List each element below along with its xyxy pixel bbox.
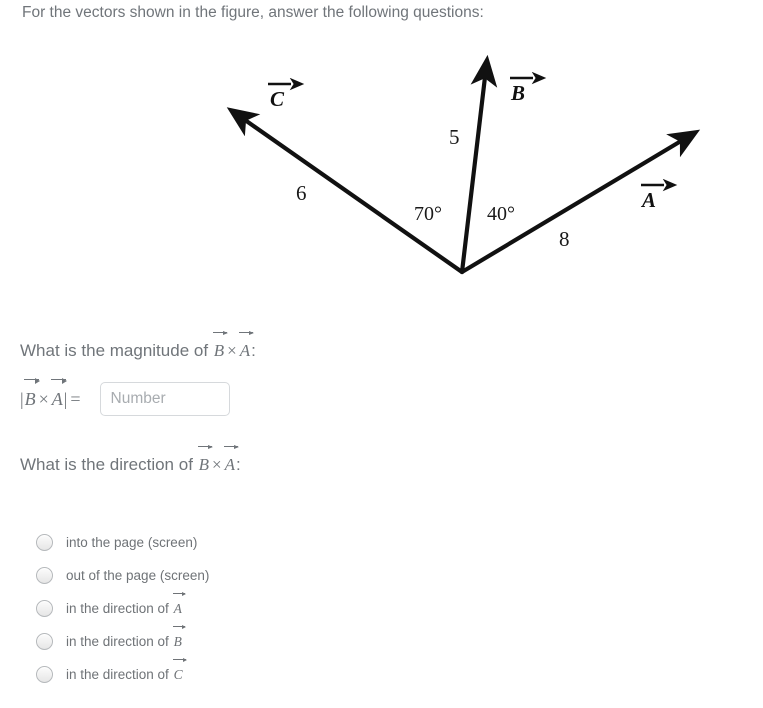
question-direction-vector-b: B (197, 444, 214, 474)
question-magnitude-vector-a: A (238, 330, 255, 360)
option-direction-c[interactable]: in the direction of C (36, 658, 456, 691)
direction-options-list: into the page (screen) out of the page (… (36, 526, 456, 691)
equals-sign: = (70, 388, 81, 409)
option-direction-a-label: in the direction of A (66, 592, 187, 616)
vector-b-label: B (510, 81, 525, 105)
question-direction-colon: : (236, 455, 241, 474)
question-direction-vector-a: A (223, 444, 240, 474)
angle-label-ba: 40° (487, 203, 515, 225)
question-magnitude-vector-b: B (212, 330, 229, 360)
option-out-of-page-label: out of the page (screen) (66, 568, 210, 583)
question-magnitude-text: What is the magnitude of (20, 341, 213, 360)
magnitude-label-b: 5 (449, 125, 460, 149)
option-direction-c-label: in the direction of C (66, 658, 187, 682)
magnitude-expression: |B × A| = (20, 377, 84, 410)
question-magnitude-colon: : (251, 341, 256, 360)
radio-direction-c[interactable] (36, 666, 53, 683)
vector-c-label: C (270, 87, 285, 111)
vector-b-label-group: B (510, 71, 547, 105)
magnitude-label-a: 8 (559, 227, 570, 251)
magnitude-number-input[interactable] (99, 382, 230, 416)
expr-cross-symbol: × (38, 388, 49, 409)
magnitude-label-c: 6 (296, 181, 307, 205)
option-vector-b: B (172, 625, 187, 649)
radio-direction-a[interactable] (36, 600, 53, 617)
expr-vector-b: B (23, 377, 40, 409)
option-out-of-page[interactable]: out of the page (screen) (36, 559, 456, 592)
vector-c-arrow (226, 107, 465, 275)
page-title: For the vectors shown in the figure, ans… (22, 4, 484, 21)
option-into-page-label: into the page (screen) (66, 535, 198, 550)
option-direction-b[interactable]: in the direction of B (36, 625, 456, 658)
vector-c-label-group: C (268, 77, 305, 111)
option-into-page[interactable]: into the page (screen) (36, 526, 456, 559)
angle-label-cb: 70° (414, 203, 442, 225)
vector-diagram-svg: C B A 6 5 8 70° 40° (226, 54, 701, 275)
cross-product-symbol: × (227, 341, 237, 360)
option-vector-a: A (172, 592, 187, 616)
direction-cross-symbol: × (212, 455, 222, 474)
option-direction-b-label: in the direction of B (66, 625, 187, 649)
vector-a-label: A (640, 188, 656, 212)
vector-diagram: C B A 6 5 8 70° 40° (0, 44, 763, 294)
magnitude-answer-row: |B × A| = (20, 377, 230, 417)
question-direction-text: What is the direction of (20, 455, 198, 474)
question-direction: What is the direction of B × A: (20, 444, 241, 475)
radio-out-of-page[interactable] (36, 567, 53, 584)
radio-direction-b[interactable] (36, 633, 53, 650)
option-vector-c: C (172, 658, 187, 682)
option-direction-a[interactable]: in the direction of A (36, 592, 456, 625)
vector-a-label-group: A (640, 178, 678, 212)
question-magnitude: What is the magnitude of B × A: (20, 330, 256, 361)
expr-vector-a: A (50, 377, 67, 409)
vector-b-arrow (459, 54, 498, 275)
radio-into-page[interactable] (36, 534, 53, 551)
